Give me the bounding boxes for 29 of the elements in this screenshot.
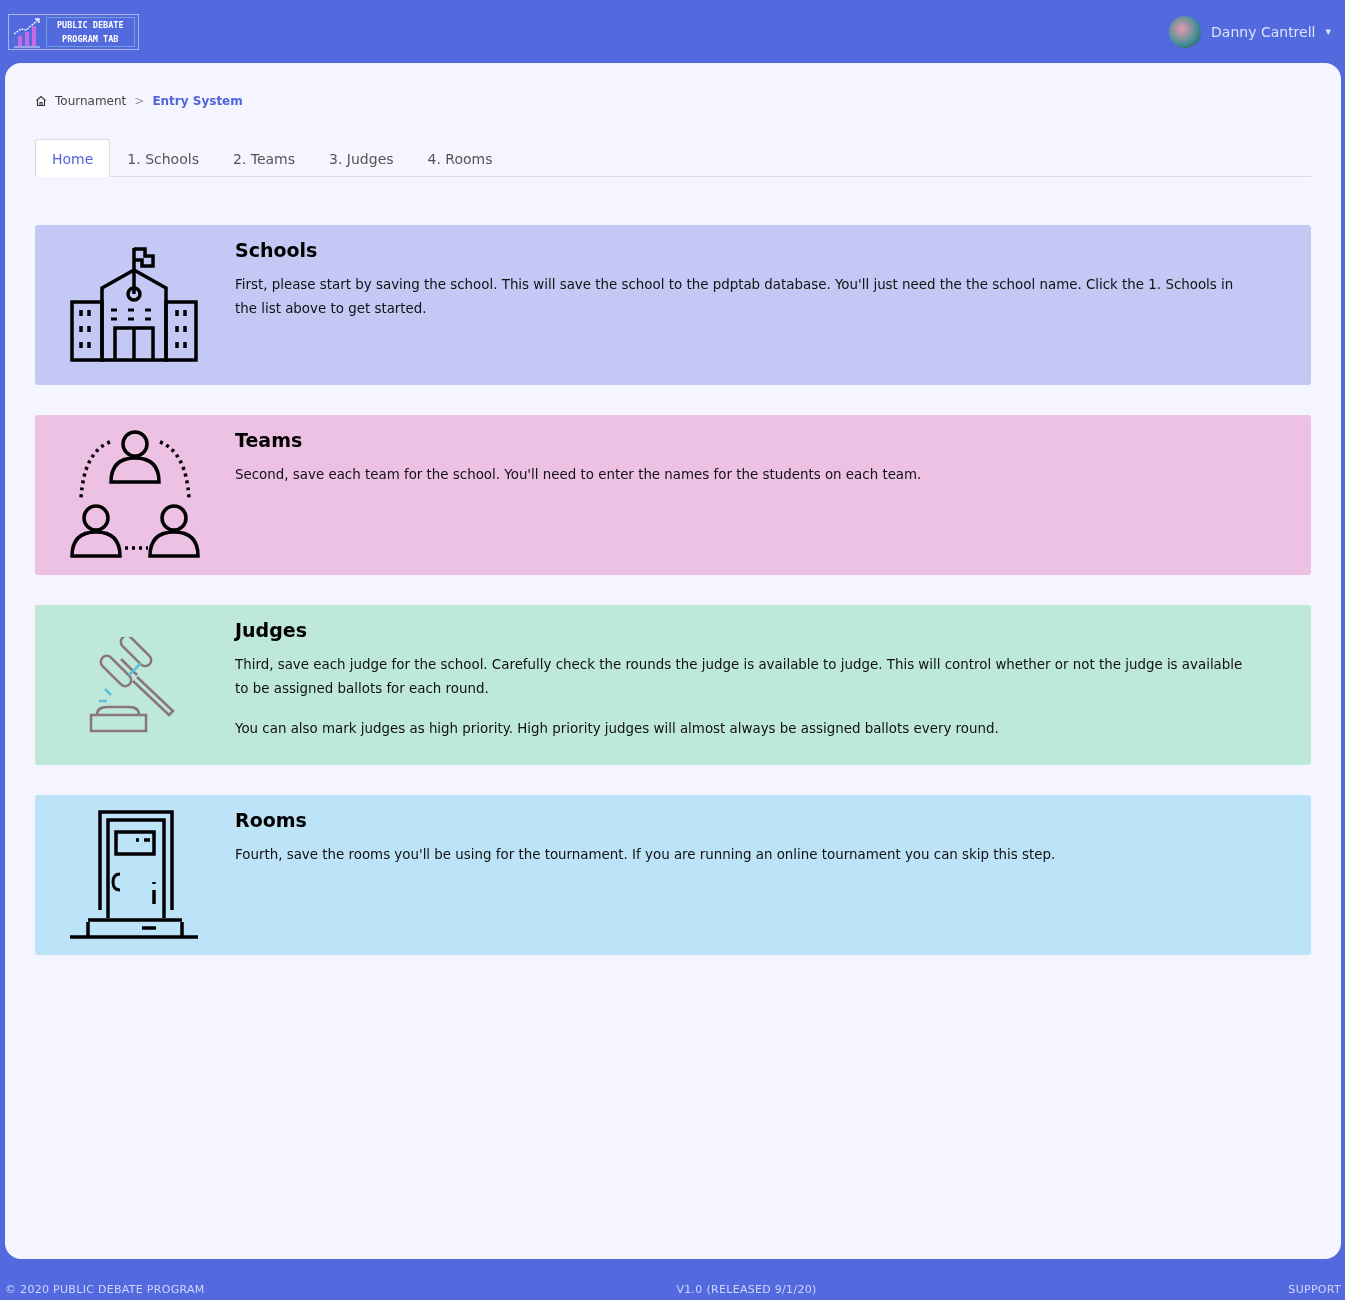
logo[interactable]: PUBLIC DEBATE PROGRAM TAB (8, 13, 139, 50)
logo-text: PUBLIC DEBATE PROGRAM TAB (46, 16, 135, 47)
breadcrumb-link[interactable]: Entry System (152, 94, 243, 108)
school-building-icon (70, 246, 200, 364)
card-description: First, please start by saving the school. This will save the school to the pdptab database. You'll just need the the school name. Click the 1. Schools in the list above to get started. (235, 276, 1235, 318)
card-description: Fourth, save the rooms you'll be using for the tournament. If you are running an online tournament you can skip this step. (235, 846, 1056, 864)
breadcrumb-separator: > (134, 94, 145, 108)
team-people-icon (70, 430, 200, 560)
support-link[interactable]: SUPPORT (1288, 1283, 1341, 1296)
breadcrumb-link[interactable]: Tournament (55, 94, 127, 108)
tab[interactable]: 1. Schools (110, 139, 216, 177)
copyright-text: © 2020 PUBLIC DEBATE PROGRAM (5, 1283, 205, 1296)
bar-chart-icon (12, 15, 42, 48)
tab[interactable]: 3. Judges (312, 139, 411, 177)
card-description: Second, save each team for the school. You'll need to enter the names for the students on each team. (235, 466, 922, 484)
card-title: Rooms (235, 809, 308, 831)
user-name[interactable]: Danny Cantrell (1211, 23, 1316, 40)
card-description: Third, save each judge for the school. Carefully check the rounds the judge is available to judge. This will control whether or not the judge is available to be assigned ballots for each round. (235, 656, 1244, 698)
card-title: Judges (235, 619, 308, 641)
caret-icon[interactable]: ▾ (1325, 25, 1331, 38)
card-title: Schools (235, 239, 319, 261)
home-icon[interactable] (35, 95, 47, 107)
tab[interactable]: 2. Teams (215, 139, 313, 177)
door-icon (70, 810, 200, 940)
tab[interactable]: Home (35, 139, 111, 177)
card-description: You can also mark judges as high priority. High priority judges will almost always be assigned ballots every round. (235, 720, 1000, 738)
card-title: Teams (235, 429, 304, 451)
version-text: V1.0 (RELEASED 9/1/20) (676, 1283, 817, 1296)
tab[interactable]: 4. Rooms (410, 139, 510, 177)
